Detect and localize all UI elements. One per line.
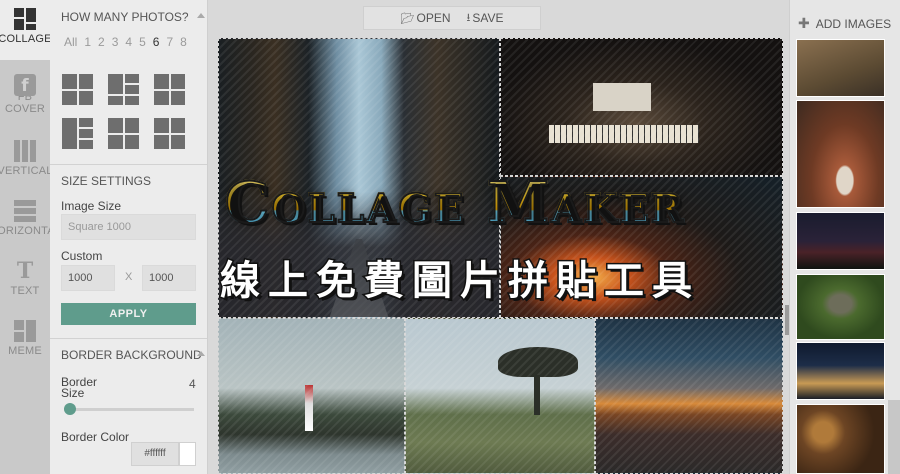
collage-icon [14, 8, 36, 30]
layout-option[interactable] [108, 118, 139, 149]
divider [50, 338, 207, 339]
border-size-slider[interactable] [64, 403, 194, 415]
count-all[interactable]: All [64, 35, 77, 49]
rail-label-vertical: VERTICAL [0, 165, 50, 177]
slider-handle[interactable] [64, 403, 76, 415]
count-2[interactable]: 2 [98, 35, 105, 49]
photos-section-heading[interactable]: HOW MANY PHOTOS? [61, 10, 205, 24]
photo-count-selector: All 1 2 3 4 5 6 7 8 [64, 35, 194, 49]
download-icon: ⭳ [466, 11, 471, 24]
layout-option[interactable] [62, 118, 93, 149]
count-7[interactable]: 7 [166, 35, 173, 49]
file-toolbar: 📂︎ OPEN ⭳ SAVE [363, 6, 541, 30]
tool-rail: COLLAGE f FB COVER VERTICAL HORIZONTAL T… [0, 0, 50, 474]
open-button[interactable]: 📂︎ OPEN [401, 11, 451, 25]
horizontal-icon [14, 200, 36, 222]
meme-icon [14, 320, 36, 342]
image-thumbnail[interactable] [796, 39, 885, 97]
image-thumbnail[interactable] [796, 274, 885, 340]
divider [50, 164, 207, 165]
count-1[interactable]: 1 [84, 35, 91, 49]
collapse-caret-icon [197, 13, 205, 18]
count-5[interactable]: 5 [139, 35, 146, 49]
save-button[interactable]: ⭳ SAVE [467, 9, 504, 28]
image-thumbnail[interactable] [796, 100, 885, 208]
rail-label-collage: COLLAGE [0, 33, 50, 45]
rail-item-meme[interactable]: MEME [0, 312, 50, 372]
rail-item-vertical[interactable]: VERTICAL [0, 132, 50, 192]
collage-cell-lighthouse[interactable] [218, 318, 405, 474]
border-color-label: Border Color [61, 430, 130, 444]
images-sidebar: ✚ ADD IMAGES [789, 0, 900, 474]
add-images-label: ADD IMAGES [815, 16, 892, 31]
rail-item-horizontal[interactable]: HORIZONTAL [0, 192, 50, 252]
rail-label-horizontal: HORIZONTAL [0, 225, 50, 237]
layout-option[interactable] [154, 118, 185, 149]
collage-cell-sunset[interactable] [595, 318, 783, 474]
border-heading-text: BORDER BACKGROUND [61, 348, 202, 362]
border-section-heading[interactable]: BORDER BACKGROUND [61, 348, 205, 362]
banner-title: Collage Maker [120, 169, 790, 237]
rail-item-collage[interactable]: COLLAGE [0, 0, 50, 60]
count-4[interactable]: 4 [125, 35, 132, 49]
rail-item-fb-cover[interactable]: f FB COVER [0, 66, 50, 126]
sidebar-scrollbar[interactable] [888, 400, 900, 474]
rail-item-text[interactable]: T TEXT [0, 252, 50, 312]
photos-heading-text: HOW MANY PHOTOS? [61, 10, 189, 24]
layout-option[interactable] [108, 74, 139, 105]
vertical-icon [14, 140, 36, 162]
collage-cell-piano[interactable] [500, 38, 783, 176]
count-6[interactable]: 6 [153, 35, 160, 49]
collapse-caret-icon [197, 351, 205, 356]
image-size-label: Image Size [61, 199, 122, 213]
folder-icon: 📂︎ [400, 12, 415, 25]
image-thumbnail[interactable] [796, 342, 885, 400]
image-thumbnail[interactable] [796, 212, 885, 270]
layout-option[interactable] [154, 74, 185, 105]
border-color-swatch[interactable] [179, 442, 196, 466]
border-size-label-2: Size [61, 386, 85, 400]
open-label: OPEN [416, 11, 451, 25]
add-images-button[interactable]: ✚ ADD IMAGES [798, 15, 891, 32]
rail-label-meme: MEME [8, 345, 42, 357]
rail-label-text: TEXT [10, 285, 40, 297]
save-label: SAVE [472, 11, 504, 25]
text-icon: T [16, 258, 34, 284]
settings-panel: HOW MANY PHOTOS? All 1 2 3 4 5 6 7 8 SIZE SETTIN… [50, 0, 208, 474]
count-8[interactable]: 8 [180, 35, 187, 49]
width-input[interactable]: 1000 [61, 265, 115, 291]
size-separator: X [125, 271, 133, 283]
border-color-input[interactable]: #ffffff [131, 442, 179, 466]
layout-option[interactable] [62, 74, 93, 105]
collage-cell-savanna-tree[interactable] [405, 318, 595, 474]
image-thumbnail[interactable] [796, 404, 885, 474]
facebook-icon: f [14, 74, 36, 96]
banner-subtitle: 線上免費圖片拼貼工具 [219, 257, 700, 306]
plus-icon: ✚ [798, 15, 810, 31]
custom-label: Custom [61, 249, 103, 263]
rail-label-cover: COVER [4, 103, 46, 115]
count-3[interactable]: 3 [112, 35, 119, 49]
apply-button[interactable]: APPLY [61, 303, 196, 325]
border-size-value: 4 [189, 377, 196, 391]
